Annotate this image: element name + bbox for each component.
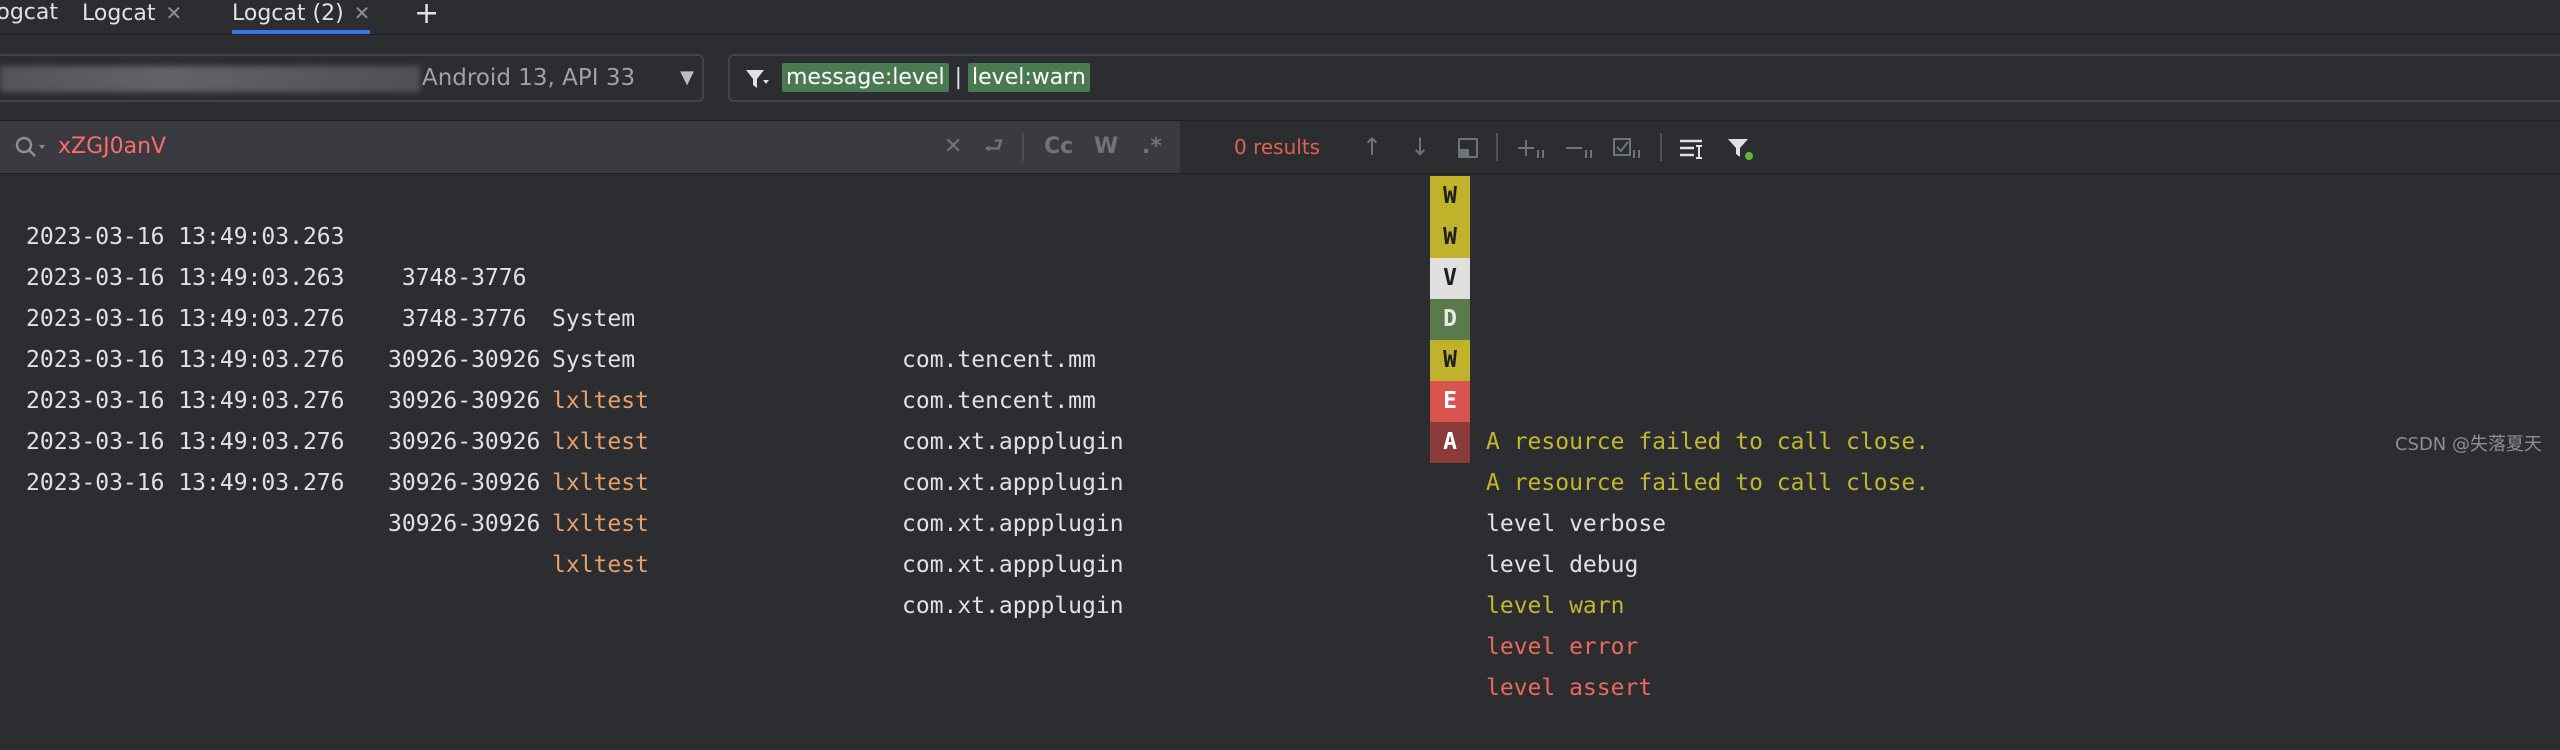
log-row[interactable]: 2023-03-16 13:49:03.276 30926-30926 lxlt… <box>0 422 2560 701</box>
log-message: level verbose <box>1486 511 1667 537</box>
log-level-badge: D <box>1430 299 1470 340</box>
divider <box>1660 133 1662 161</box>
log-row[interactable]: 2023-03-16 13:49:03.276 30926-30926 lxlt… <box>0 381 2560 660</box>
filter-term-message: message:level <box>782 63 949 92</box>
arrow-up-icon[interactable]: ↑ <box>1362 121 1382 173</box>
filter-query: message:level | level:warn <box>782 56 1090 100</box>
tab-label: Logcat <box>82 1 156 26</box>
device-name-blurred <box>0 66 420 92</box>
log-level-badge: W <box>1430 176 1470 217</box>
log-row[interactable]: 2023-03-16 13:49:03.276 30926-30926 lxlt… <box>0 299 2560 578</box>
log-level-badge: A <box>1430 422 1470 463</box>
match-case-toggle[interactable]: Cc <box>1044 121 1073 173</box>
add-occurrence-icon[interactable] <box>1516 121 1546 173</box>
divider <box>1496 133 1498 161</box>
tab-logcat-2[interactable]: Logcat (2) ✕ <box>232 0 371 34</box>
log-timestamp: 2023-03-16 13:49:03.276 <box>26 470 345 496</box>
filter-settings-icon[interactable] <box>1678 121 1708 173</box>
search-field[interactable]: xZGJ0anV ✕ ⮐ Cc W .* <box>0 121 1180 173</box>
words-toggle[interactable]: W <box>1094 121 1118 173</box>
filter-icon <box>746 70 769 88</box>
log-level-badge: E <box>1430 381 1470 422</box>
log-tag: lxltest <box>552 470 649 496</box>
remove-occurrence-icon[interactable] <box>1564 121 1594 173</box>
log-tag: lxltest <box>552 511 649 537</box>
log-row[interactable]: 2023-03-16 13:49:03.276 30926-30926 lxlt… <box>0 258 2560 537</box>
log-level-badge: W <box>1430 340 1470 381</box>
filter-term-level: level:warn <box>968 63 1090 92</box>
new-line-icon[interactable]: ⮐ <box>984 121 1004 173</box>
log-message: A resource failed to call close. <box>1486 470 1930 496</box>
device-api-label: Android 13, API 33 <box>422 65 636 91</box>
select-all-icon[interactable] <box>1456 121 1480 173</box>
search-results-count: 0 results <box>1234 135 1321 159</box>
divider <box>1022 133 1024 161</box>
arrow-down-icon[interactable]: ↓ <box>1410 121 1430 173</box>
chevron-down-icon[interactable]: ▼ <box>680 56 694 100</box>
log-package: com.xt.appplugin <box>902 552 1124 578</box>
log-message: level debug <box>1486 552 1639 578</box>
close-icon[interactable]: ✕ <box>354 1 371 25</box>
log-row[interactable]: 2023-03-16 13:49:03.263 3748-3776 System… <box>0 217 2560 496</box>
log-pid-tid: 30926-30926 <box>388 511 541 537</box>
filter-search-results-icon[interactable] <box>1726 121 1756 173</box>
logcat-filter-input[interactable]: message:level | level:warn <box>728 54 2560 102</box>
search-icon[interactable] <box>14 135 48 159</box>
tab-label: Logcat (2) <box>232 1 344 26</box>
log-package: com.xt.appplugin <box>902 511 1124 537</box>
log-message: level error <box>1486 634 1639 660</box>
search-input[interactable]: xZGJ0anV <box>58 121 166 173</box>
device-selector[interactable]: Android 13, API 33 ▼ <box>0 54 704 102</box>
log-level-badge: W <box>1430 217 1470 258</box>
regex-toggle[interactable]: .* <box>1142 121 1162 173</box>
log-package: com.xt.appplugin <box>902 470 1124 496</box>
search-toolbar: xZGJ0anV ✕ ⮐ Cc W .* 0 results ↑ ↓ <box>0 120 2560 174</box>
log-message: level assert <box>1486 675 1653 701</box>
clear-icon[interactable]: ✕ <box>944 121 962 173</box>
logcat-tab-bar: Logcat: Logcat ✕ Logcat (2) ✕ + <box>0 0 2560 35</box>
log-row[interactable]: 2023-03-16 13:49:03.276 30926-30926 lxlt… <box>0 340 2560 619</box>
filter-separator: | <box>954 65 963 90</box>
log-message: level warn <box>1486 593 1625 619</box>
log-pid-tid: 30926-30926 <box>388 470 541 496</box>
logcat-output[interactable]: 2023-03-16 13:49:03.263 3748-3776 System… <box>0 176 2560 701</box>
watermark: CSDN @失落夏天 <box>2394 434 2542 455</box>
log-tag: lxltest <box>552 552 649 578</box>
log-level-badge: V <box>1430 258 1470 299</box>
log-package: com.xt.appplugin <box>902 593 1124 619</box>
select-all-occurrences-icon[interactable] <box>1612 121 1642 173</box>
add-tab-button[interactable]: + <box>414 0 439 31</box>
close-icon[interactable]: ✕ <box>166 1 183 25</box>
tab-logcat[interactable]: Logcat ✕ <box>82 0 182 32</box>
tool-window-label: Logcat: <box>0 0 58 25</box>
log-row[interactable]: 2023-03-16 13:49:03.263 3748-3776 System… <box>0 176 2560 455</box>
